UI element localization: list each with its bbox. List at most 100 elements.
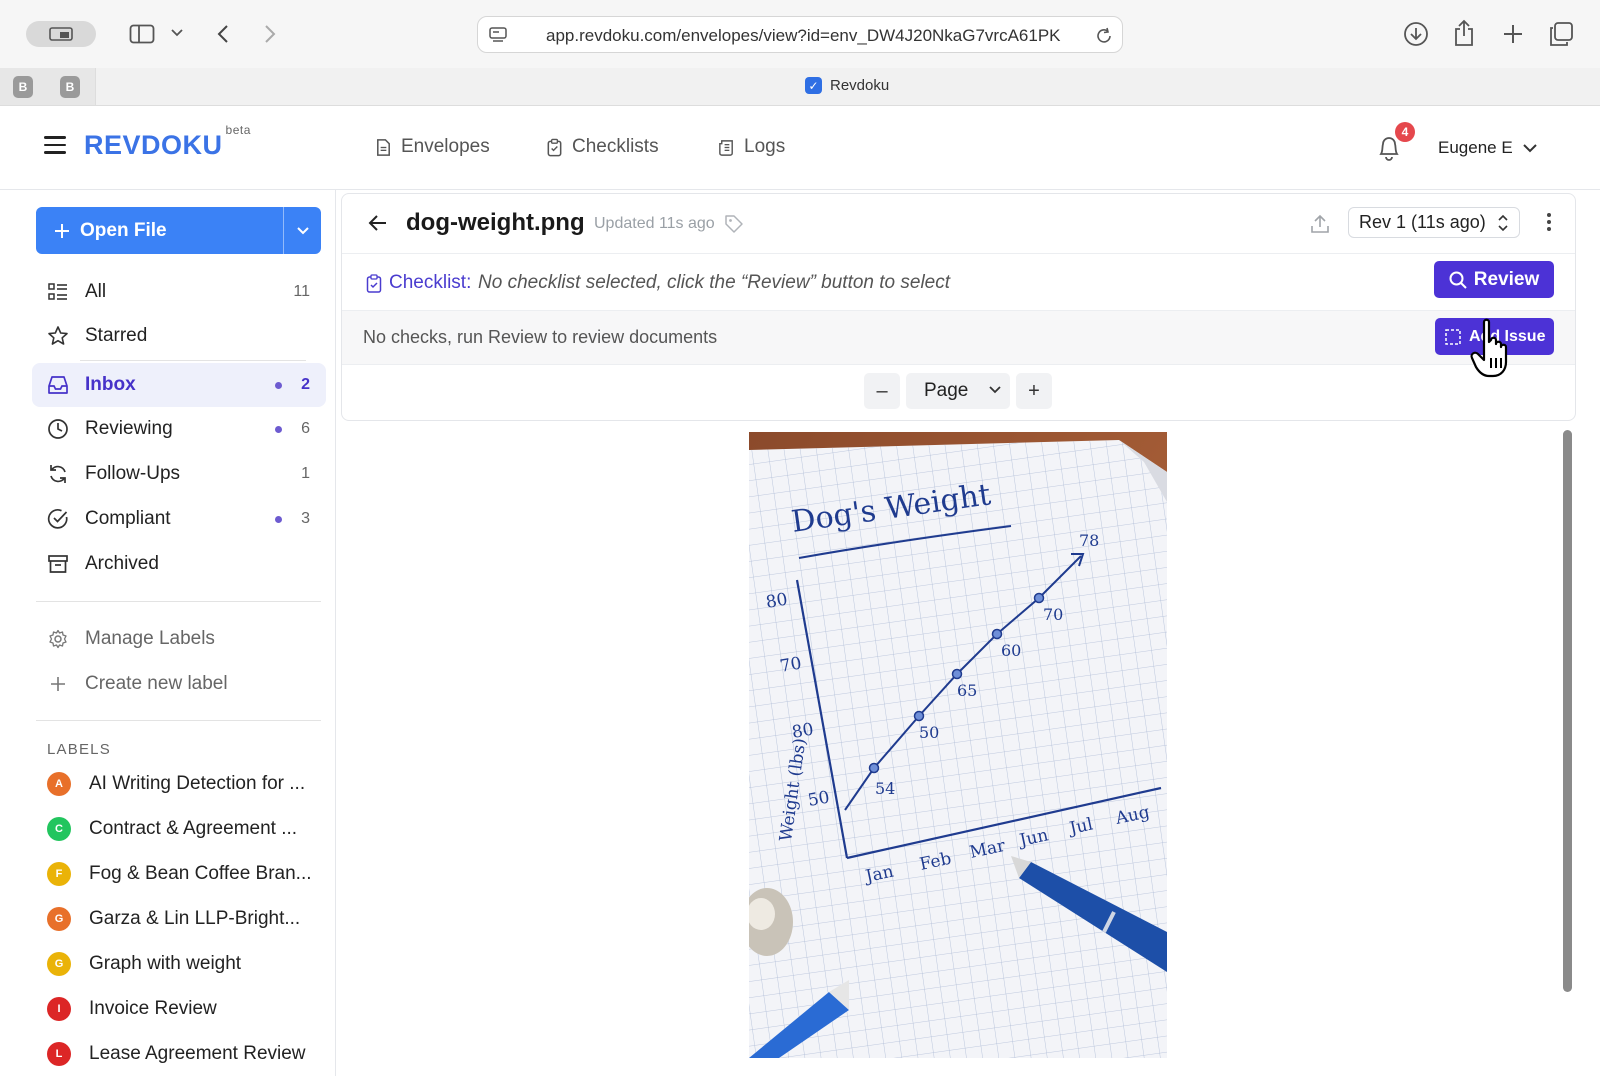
more-options-icon[interactable] bbox=[1546, 212, 1552, 237]
beta-tag: beta bbox=[225, 123, 251, 137]
back-arrow-icon[interactable] bbox=[368, 214, 388, 237]
new-tab-icon[interactable] bbox=[1500, 21, 1526, 47]
nav-logs[interactable]: Logs bbox=[717, 136, 785, 158]
manage-labels-label: Manage Labels bbox=[85, 628, 215, 649]
sidebar-item-starred[interactable]: Starred bbox=[32, 316, 326, 356]
zoom-mode-select[interactable]: Page bbox=[906, 373, 1010, 409]
downloads-icon[interactable] bbox=[1402, 20, 1430, 48]
notification-badge: 4 bbox=[1395, 122, 1415, 142]
data-point bbox=[913, 710, 925, 722]
sidebar-item-all[interactable]: All 11 bbox=[32, 272, 326, 312]
browser-toolbar: app.revdoku.com/envelopes/view?id=env_DW… bbox=[0, 0, 1600, 68]
browser-profile-toggle[interactable] bbox=[26, 21, 96, 47]
viewer-scrollbar[interactable] bbox=[1563, 430, 1572, 992]
sidebar-item-label: Follow-Ups bbox=[85, 463, 181, 484]
plus-icon bbox=[47, 673, 69, 695]
open-file-button[interactable]: Open File bbox=[36, 207, 321, 254]
revision-select[interactable]: Rev 1 (11s ago) bbox=[1348, 207, 1520, 238]
inbox-icon bbox=[47, 374, 69, 396]
review-button[interactable]: Review bbox=[1434, 261, 1554, 298]
data-point bbox=[951, 668, 963, 680]
nav-envelopes[interactable]: Envelopes bbox=[374, 136, 490, 158]
list-icon bbox=[47, 281, 69, 303]
pinned-tab-2[interactable]: B bbox=[60, 76, 80, 98]
logs-icon bbox=[719, 139, 733, 156]
site-settings-icon[interactable] bbox=[488, 26, 508, 44]
tab-overview-icon[interactable] bbox=[1547, 20, 1575, 48]
data-point bbox=[991, 628, 1003, 640]
checklist-row: Checklist: No checklist selected, click … bbox=[342, 254, 1575, 311]
user-name: Eugene E bbox=[1438, 138, 1513, 157]
sidebar-item-follow-ups[interactable]: Follow-Ups 1 bbox=[32, 454, 326, 494]
zoom-controls: – Page + bbox=[342, 365, 1575, 421]
user-menu[interactable]: Eugene E bbox=[1438, 138, 1537, 158]
label-name: AI Writing Detection for ... bbox=[89, 773, 306, 794]
review-button-label: Review bbox=[1473, 268, 1540, 290]
dog-weight-image: Dog's Weight 80 70 80 50 Weight (lbs) Jan Feb Ma… bbox=[749, 432, 1167, 1058]
chevron-down-icon bbox=[989, 386, 1001, 394]
manage-labels-link[interactable]: Manage Labels bbox=[32, 619, 326, 659]
data-point bbox=[1033, 592, 1045, 604]
clipboard-icon bbox=[547, 138, 562, 156]
divider bbox=[36, 601, 321, 602]
sidebar: Open File All 11 Starred Inbox 2 Reviewi… bbox=[0, 190, 336, 1076]
document-panel: dog-weight.png Updated 11s ago Rev 1 (11… bbox=[341, 193, 1576, 421]
document-title: dog-weight.png bbox=[406, 209, 585, 236]
labels-heading: LABELS bbox=[47, 741, 111, 758]
label-item[interactable]: G Graph with weight bbox=[47, 947, 317, 981]
sidebar-item-label: Inbox bbox=[85, 374, 136, 395]
nav-checklists[interactable]: Checklists bbox=[545, 136, 659, 158]
upload-icon[interactable] bbox=[1310, 214, 1330, 239]
item-count: 1 bbox=[301, 465, 310, 482]
star-icon bbox=[47, 325, 69, 347]
document-updated: Updated 11s ago bbox=[594, 215, 715, 232]
app-logo[interactable]: REVDOKU beta bbox=[84, 123, 251, 161]
label-item[interactable]: L Lease Agreement Review bbox=[47, 1037, 317, 1071]
zoom-in-button[interactable]: + bbox=[1016, 373, 1052, 409]
label-item[interactable]: A AI Writing Detection for ... bbox=[47, 767, 317, 801]
zoom-mode-value: Page bbox=[924, 380, 969, 401]
point-label: 54 bbox=[875, 779, 895, 798]
label-avatar: C bbox=[47, 817, 71, 841]
chevron-down-icon[interactable] bbox=[170, 26, 184, 40]
clock-icon bbox=[47, 418, 69, 440]
active-tab-title: Revdoku bbox=[830, 77, 890, 94]
sidebar-item-label: Reviewing bbox=[85, 418, 173, 439]
active-tab[interactable]: ✓ Revdoku bbox=[805, 77, 889, 94]
item-count: 6 bbox=[301, 420, 310, 437]
tag-icon[interactable] bbox=[724, 214, 744, 239]
item-count: 3 bbox=[301, 510, 310, 527]
label-item[interactable]: I Invoice Review bbox=[47, 992, 317, 1026]
label-item[interactable]: C Contract & Agreement ... bbox=[47, 812, 317, 846]
menu-icon[interactable] bbox=[44, 136, 66, 154]
address-bar[interactable]: app.revdoku.com/envelopes/view?id=env_DW… bbox=[477, 16, 1123, 53]
label-item[interactable]: G Garza & Lin LLP-Bright... bbox=[47, 902, 317, 936]
checklist-label[interactable]: Checklist: bbox=[366, 272, 471, 294]
profile-icon bbox=[49, 27, 73, 41]
create-label-link[interactable]: Create new label bbox=[32, 664, 326, 704]
pinned-tab-1[interactable]: B bbox=[13, 76, 33, 98]
check-circle-icon bbox=[47, 508, 69, 530]
label-item[interactable]: F Fog & Bean Coffee Bran... bbox=[47, 857, 317, 891]
y-tick-label: 80 bbox=[764, 589, 789, 612]
archive-icon bbox=[47, 553, 69, 575]
open-file-dropdown[interactable] bbox=[284, 207, 321, 254]
share-icon[interactable] bbox=[1451, 18, 1477, 48]
document-header: dog-weight.png Updated 11s ago Rev 1 (11… bbox=[342, 194, 1575, 254]
label-name: Lease Agreement Review bbox=[89, 1043, 306, 1064]
sidebar-icon[interactable] bbox=[128, 22, 156, 46]
data-point bbox=[868, 762, 880, 774]
sidebar-item-reviewing[interactable]: Reviewing 6 bbox=[32, 409, 326, 449]
revdoku-favicon-icon: ✓ bbox=[805, 77, 822, 94]
forward-icon[interactable] bbox=[260, 22, 280, 46]
zoom-out-button[interactable]: – bbox=[864, 373, 900, 409]
sidebar-item-inbox[interactable]: Inbox 2 bbox=[32, 363, 326, 407]
sidebar-item-compliant[interactable]: Compliant 3 bbox=[32, 499, 326, 539]
checklist-message: No checklist selected, click the “Review… bbox=[478, 272, 951, 293]
sidebar-item-archived[interactable]: Archived bbox=[32, 544, 326, 584]
back-icon[interactable] bbox=[213, 22, 233, 46]
open-file-main[interactable]: Open File bbox=[36, 207, 284, 254]
reload-icon[interactable] bbox=[1094, 26, 1114, 46]
point-label: 50 bbox=[919, 723, 939, 742]
unread-dot bbox=[275, 381, 282, 389]
